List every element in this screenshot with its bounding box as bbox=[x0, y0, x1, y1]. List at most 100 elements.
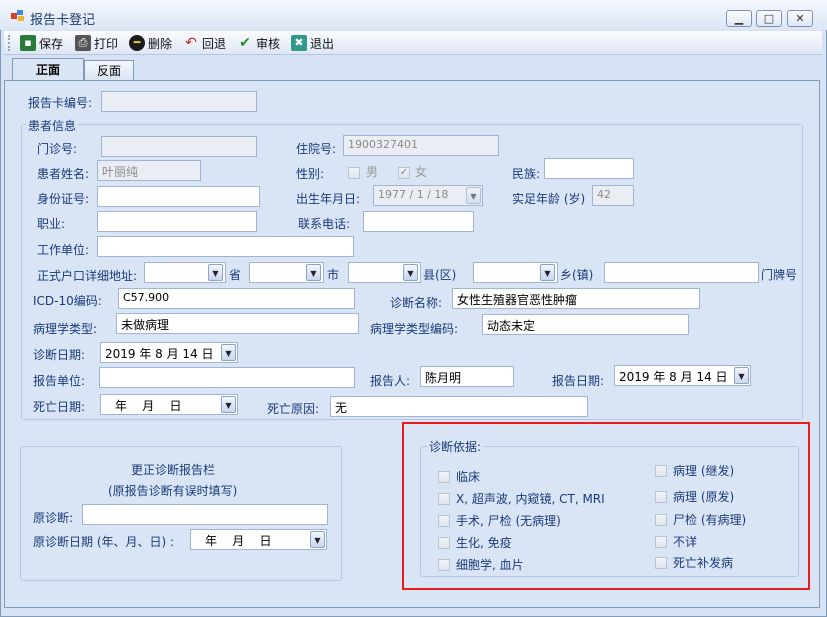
printer-icon: ⎙ bbox=[75, 35, 91, 51]
diag-name-label: 诊断名称: bbox=[390, 296, 443, 310]
job-label: 职业: bbox=[37, 217, 66, 231]
death-cause-field[interactable]: 无 bbox=[330, 396, 588, 417]
icd-label: ICD-10编码: bbox=[33, 294, 102, 308]
delete-button[interactable]: ━ 删除 bbox=[129, 34, 172, 52]
inpatient-field[interactable]: 1900327401 bbox=[343, 135, 499, 156]
town-label: 乡(镇) bbox=[560, 268, 594, 282]
card-no-field[interactable] bbox=[101, 91, 257, 112]
basis-checkbox[interactable] bbox=[438, 471, 450, 483]
city-dropdown[interactable]: ▼ bbox=[306, 264, 321, 281]
basis-checkbox[interactable] bbox=[655, 557, 667, 569]
house-no-label: 门牌号 bbox=[761, 268, 798, 282]
province-label: 省 bbox=[229, 268, 242, 282]
report-date-field[interactable]: 2019 年 8 月 14 日 bbox=[614, 365, 751, 386]
tab-front[interactable]: 正面 bbox=[12, 58, 84, 81]
workplace-label: 工作单位: bbox=[37, 243, 90, 257]
path-code-field[interactable]: 动态未定 bbox=[482, 314, 689, 335]
basis-title: 诊断依据: bbox=[427, 438, 484, 455]
basis-checkbox[interactable] bbox=[438, 537, 450, 549]
name-label: 患者姓名: bbox=[37, 167, 90, 181]
reporter-field[interactable]: 陈月明 bbox=[420, 366, 514, 387]
report-unit-label: 报告单位: bbox=[33, 374, 86, 388]
path-code-label: 病理学类型编码: bbox=[370, 322, 459, 336]
orig-diag-label: 原诊断: bbox=[33, 511, 74, 525]
save-icon: ▪ bbox=[20, 35, 36, 51]
card-no-label: 报告卡编号: bbox=[28, 96, 93, 110]
exit-icon: ✖ bbox=[291, 35, 307, 51]
report-unit-field[interactable] bbox=[99, 367, 355, 388]
basis-checkbox[interactable] bbox=[438, 515, 450, 527]
close-button[interactable]: ✕ bbox=[787, 10, 813, 27]
female-checkbox[interactable]: ✓ bbox=[398, 167, 410, 179]
death-date-dropdown[interactable]: ▼ bbox=[221, 396, 236, 413]
minimize-button[interactable]: ▁ bbox=[726, 10, 752, 27]
nation-label: 民族: bbox=[512, 167, 541, 181]
address-label: 正式户口详细地址: bbox=[37, 269, 138, 283]
diag-name-field[interactable]: 女性生殖器官恶性肿瘤 bbox=[452, 288, 700, 309]
icd-field[interactable]: C57.900 bbox=[118, 288, 355, 309]
print-button[interactable]: ⎙ 打印 bbox=[75, 34, 118, 52]
basis-checkbox[interactable] bbox=[655, 465, 667, 477]
basis-label: 病理 (继发) bbox=[673, 464, 735, 478]
id-field[interactable] bbox=[97, 186, 260, 207]
basis-checkbox[interactable] bbox=[438, 493, 450, 505]
report-date-dropdown[interactable]: ▼ bbox=[734, 367, 749, 384]
undo-icon: ↶ bbox=[185, 35, 197, 51]
toolbar-grip bbox=[8, 35, 11, 51]
inpatient-label: 住院号: bbox=[296, 142, 337, 156]
basis-label: 临床 bbox=[456, 470, 481, 484]
death-date-label: 死亡日期: bbox=[33, 400, 86, 414]
county-label: 县(区) bbox=[423, 268, 457, 282]
town-dropdown[interactable]: ▼ bbox=[540, 264, 555, 281]
basis-label: 尸检 (有病理) bbox=[673, 513, 747, 527]
province-dropdown[interactable]: ▼ bbox=[208, 264, 223, 281]
delete-icon: ━ bbox=[129, 35, 145, 51]
orig-date-field[interactable]: 年 月 日 bbox=[190, 529, 327, 550]
male-checkbox[interactable] bbox=[348, 167, 360, 179]
basis-checkbox[interactable] bbox=[655, 536, 667, 548]
diag-date-field[interactable]: 2019 年 8 月 14 日 bbox=[100, 342, 238, 363]
exit-button[interactable]: ✖ 退出 bbox=[291, 34, 334, 52]
outpatient-label: 门诊号: bbox=[37, 142, 78, 156]
phone-field[interactable] bbox=[363, 211, 474, 232]
nation-field[interactable] bbox=[544, 158, 634, 179]
save-button[interactable]: ▪ 保存 bbox=[20, 34, 63, 52]
path-type-field[interactable]: 未做病理 bbox=[116, 313, 359, 334]
correction-title: 更正诊断报告栏 bbox=[131, 463, 216, 477]
audit-button[interactable]: ✔ 审核 bbox=[237, 34, 280, 52]
orig-date-dropdown[interactable]: ▼ bbox=[310, 531, 325, 548]
orig-diag-field[interactable] bbox=[82, 504, 328, 525]
birth-date-dropdown[interactable]: ▼ bbox=[466, 187, 481, 204]
female-label: 女 bbox=[415, 165, 428, 179]
app-icon bbox=[11, 10, 25, 22]
rollback-button[interactable]: ↶ 回退 bbox=[183, 34, 226, 52]
title-bar bbox=[0, 0, 827, 30]
male-label: 男 bbox=[366, 165, 379, 179]
gender-label: 性别: bbox=[296, 167, 325, 181]
name-field[interactable]: 叶丽纯 bbox=[97, 160, 201, 181]
street-field[interactable] bbox=[604, 262, 759, 283]
outpatient-field[interactable] bbox=[101, 136, 257, 157]
basis-checkbox[interactable] bbox=[655, 491, 667, 503]
age-label: 实足年龄 (岁) bbox=[512, 192, 586, 206]
diag-date-dropdown[interactable]: ▼ bbox=[221, 344, 236, 361]
maximize-button[interactable]: □ bbox=[756, 10, 782, 27]
phone-label: 联系电话: bbox=[298, 217, 351, 231]
age-field[interactable]: 42 bbox=[592, 185, 634, 206]
path-type-label: 病理学类型: bbox=[33, 322, 98, 336]
basis-label: X, 超声波, 内窥镜, CT, MRI bbox=[456, 492, 605, 506]
id-label: 身份证号: bbox=[37, 192, 90, 206]
workplace-field[interactable] bbox=[97, 236, 354, 257]
job-field[interactable] bbox=[97, 211, 257, 232]
window-title: 报告卡登记 bbox=[30, 13, 96, 28]
report-date-label: 报告日期: bbox=[552, 374, 605, 388]
basis-checkbox[interactable] bbox=[438, 559, 450, 571]
death-date-field[interactable]: 年 月 日 bbox=[100, 394, 238, 415]
basis-label: 手术, 尸检 (无病理) bbox=[456, 514, 561, 528]
county-dropdown[interactable]: ▼ bbox=[403, 264, 418, 281]
basis-checkbox[interactable] bbox=[655, 514, 667, 526]
city-label: 市 bbox=[327, 268, 340, 282]
basis-label: 不详 bbox=[673, 535, 698, 549]
tab-back[interactable]: 反面 bbox=[84, 60, 134, 80]
diag-date-label: 诊断日期: bbox=[33, 348, 86, 362]
